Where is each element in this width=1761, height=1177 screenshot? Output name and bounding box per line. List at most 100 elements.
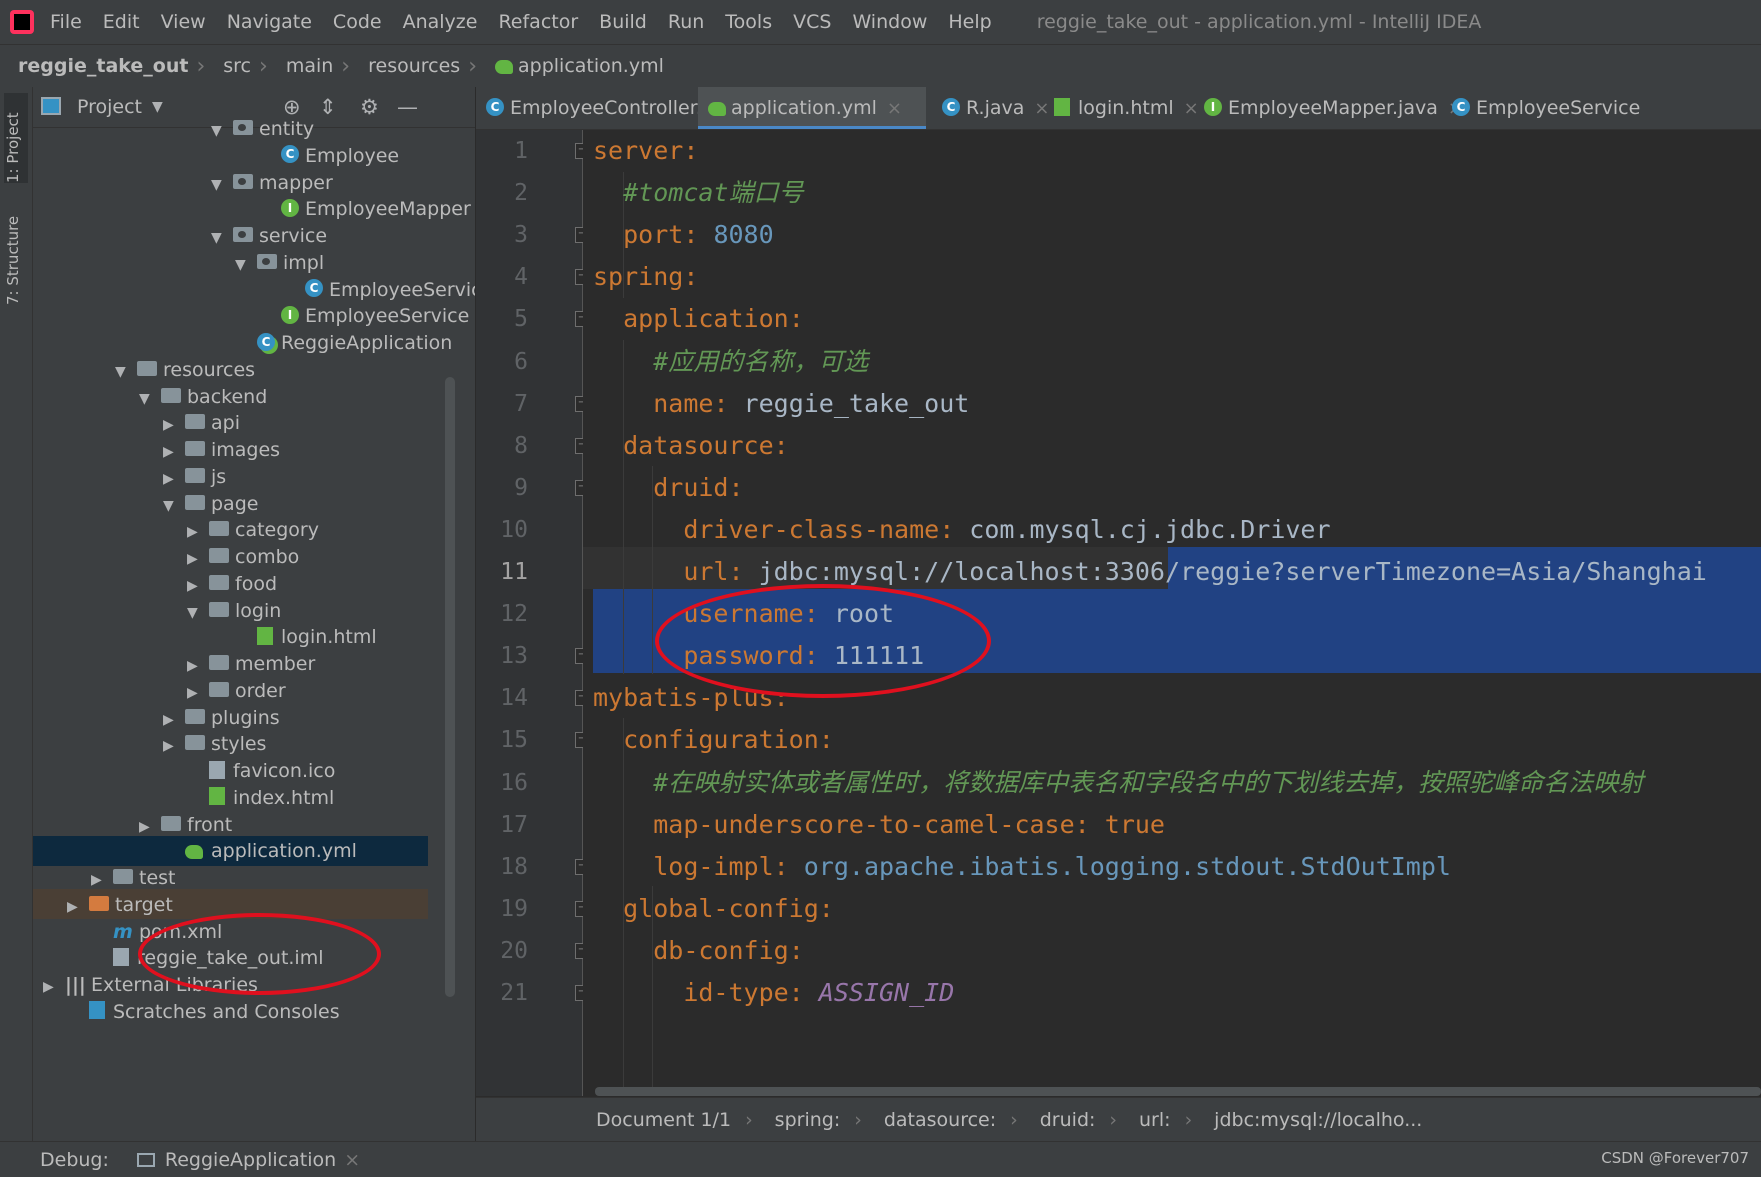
collapsed-arrow-icon[interactable]: ▶	[43, 972, 65, 1002]
hide-panel-icon[interactable]: —	[397, 95, 418, 119]
tab-employeecontroller-java[interactable]: CEmployeeController.java×	[476, 87, 767, 129]
expanded-arrow-icon[interactable]: ▼	[139, 384, 161, 414]
breadcrumb-item[interactable]: main	[286, 55, 333, 77]
collapsed-arrow-icon[interactable]: ▶	[163, 731, 185, 761]
editor-breadcrumb-item[interactable]: datasource:	[884, 1109, 996, 1131]
run-config-icon	[136, 1152, 155, 1167]
menu-item-navigate[interactable]: Navigate	[227, 11, 312, 33]
collapse-all-icon[interactable]: ⇕	[319, 95, 337, 119]
gear-icon[interactable]: ⚙	[360, 95, 379, 119]
tab-employeeservice[interactable]: C EmployeeService	[1442, 87, 1761, 129]
tree-item-order[interactable]: ▶ order	[187, 676, 286, 706]
close-icon[interactable]: ×	[344, 1149, 360, 1171]
expanded-arrow-icon[interactable]: ▼	[163, 491, 185, 521]
tree-item-favicon-ico[interactable]: favicon.ico	[187, 756, 335, 786]
breadcrumb-item[interactable]: reggie_take_out	[18, 55, 188, 77]
expanded-arrow-icon[interactable]: ▼	[211, 223, 233, 253]
tab-label: R.java	[966, 97, 1025, 119]
tree-item-employeemapper[interactable]: I EmployeeMapper	[259, 194, 471, 224]
editor-breadcrumb-item[interactable]: Document 1/1	[596, 1109, 731, 1131]
code-token: druid	[653, 472, 729, 502]
expanded-arrow-icon[interactable]: ▼	[211, 170, 233, 200]
menu-item-edit[interactable]: Edit	[103, 11, 140, 33]
debug-run-config-tab[interactable]: ReggieApplication	[165, 1149, 336, 1171]
tree-item-food[interactable]: ▶ food	[187, 569, 277, 599]
collapsed-arrow-icon[interactable]: ▶	[139, 812, 161, 842]
tab-r-java[interactable]: C R.java ×	[932, 87, 1049, 129]
breadcrumb-item[interactable]: application.yml	[495, 55, 664, 77]
tree-item-target[interactable]: ▶ target	[67, 890, 173, 920]
tab-login-html[interactable]: login.html ×	[1044, 87, 1199, 129]
code-token: 8080	[713, 220, 774, 250]
expanded-arrow-icon[interactable]: ▼	[235, 250, 257, 280]
tree-item-login[interactable]: ▼ login	[187, 596, 281, 626]
tree-item-combo[interactable]: ▶ combo	[187, 542, 299, 572]
tree-item-member[interactable]: ▶ member	[187, 649, 315, 679]
menu-item-refactor[interactable]: Refactor	[498, 11, 578, 33]
tree-item-plugins[interactable]: ▶ plugins	[163, 703, 280, 733]
tree-item-styles[interactable]: ▶ styles	[163, 729, 266, 759]
editor-horizontal-scrollbar[interactable]	[595, 1087, 1761, 1096]
menu-item-help[interactable]: Help	[948, 11, 991, 33]
menu-item-view[interactable]: View	[161, 11, 206, 33]
tree-item-api[interactable]: ▶ api	[163, 408, 240, 438]
tree-item-label: impl	[283, 251, 325, 274]
tree-item-label: login.html	[281, 626, 377, 649]
collapsed-arrow-icon[interactable]: ▶	[67, 892, 89, 922]
menu-item-analyze[interactable]: Analyze	[403, 11, 478, 33]
tree-item-js[interactable]: ▶ js	[163, 462, 226, 492]
expanded-arrow-icon[interactable]: ▼	[187, 598, 209, 628]
tree-item-application-yml[interactable]: application.yml	[163, 836, 357, 866]
tab-application-yml[interactable]: application.yml ×	[698, 87, 926, 129]
html-file-icon	[257, 626, 273, 645]
tree-item-login-html[interactable]: login.html	[235, 622, 377, 652]
breadcrumb-item[interactable]: resources	[368, 55, 460, 77]
menu-item-build[interactable]: Build	[599, 11, 647, 33]
tree-item-index-html[interactable]: index.html	[187, 783, 334, 813]
libraries-icon: |||	[65, 974, 86, 996]
tree-item-resources[interactable]: ▼ resources	[115, 355, 255, 385]
editor-breadcrumb-item[interactable]: url:	[1139, 1109, 1171, 1131]
breadcrumb-item[interactable]: src	[223, 55, 251, 77]
tree-item-reggieapplication[interactable]: C ReggieApplication	[235, 328, 452, 358]
tree-item-entity[interactable]: ▼ entity	[211, 114, 314, 144]
menu-item-window[interactable]: Window	[852, 11, 927, 33]
tree-item-label: Scratches and Consoles	[113, 1000, 340, 1023]
code-token: spring	[593, 262, 684, 292]
tree-item-category[interactable]: ▶ category	[187, 515, 319, 545]
editor-breadcrumb-item[interactable]: jdbc:mysql://localho...	[1214, 1109, 1422, 1131]
tree-item-images[interactable]: ▶ images	[163, 435, 280, 465]
tree-item-scratches-and-consoles[interactable]: Scratches and Consoles	[67, 997, 340, 1027]
tree-item-employee[interactable]: C Employee	[259, 141, 399, 171]
tree-item-employeeservice[interactable]: I EmployeeService	[259, 301, 469, 331]
menu-item-run[interactable]: Run	[668, 11, 704, 33]
tree-item-employeeservic[interactable]: C EmployeeServic	[283, 275, 475, 305]
tree-item-test[interactable]: ▶ test	[91, 863, 176, 893]
project-panel-title[interactable]: Project	[77, 96, 142, 118]
menu-item-file[interactable]: File	[50, 11, 82, 33]
tree-item-service[interactable]: ▼ service	[211, 221, 327, 251]
line-number: 2	[514, 180, 528, 207]
tree-item-mapper[interactable]: ▼ mapper	[211, 168, 333, 198]
menu-item-vcs[interactable]: VCS	[793, 11, 831, 33]
tree-item-backend[interactable]: ▼ backend	[139, 382, 267, 412]
menu-item-tools[interactable]: Tools	[725, 11, 772, 33]
structure-tool-tab[interactable]: 7: Structure	[4, 205, 28, 305]
tree-item-page[interactable]: ▼ page	[163, 489, 258, 519]
project-scrollbar[interactable]	[445, 377, 455, 997]
tree-item-impl[interactable]: ▼ impl	[235, 248, 324, 278]
tab-employeemapper-java[interactable]: IEmployeeMapper.java×	[1194, 87, 1463, 129]
expanded-arrow-icon[interactable]: ▼	[115, 357, 137, 387]
editor-breadcrumb-item[interactable]: druid:	[1040, 1109, 1096, 1131]
tree-item-front[interactable]: ▶ front	[139, 810, 232, 840]
editor-breadcrumb-item[interactable]: spring:	[775, 1109, 841, 1131]
menu-item-code[interactable]: Code	[333, 11, 382, 33]
code-token: :	[788, 935, 804, 965]
breadcrumb-label: src	[223, 55, 251, 77]
project-tool-tab[interactable]: 1: Project	[4, 93, 28, 183]
chevron-down-icon[interactable]: ▼	[152, 99, 163, 115]
expanded-arrow-icon[interactable]: ▼	[211, 116, 233, 146]
code-token: :	[939, 514, 970, 544]
close-icon[interactable]: ×	[887, 98, 902, 119]
